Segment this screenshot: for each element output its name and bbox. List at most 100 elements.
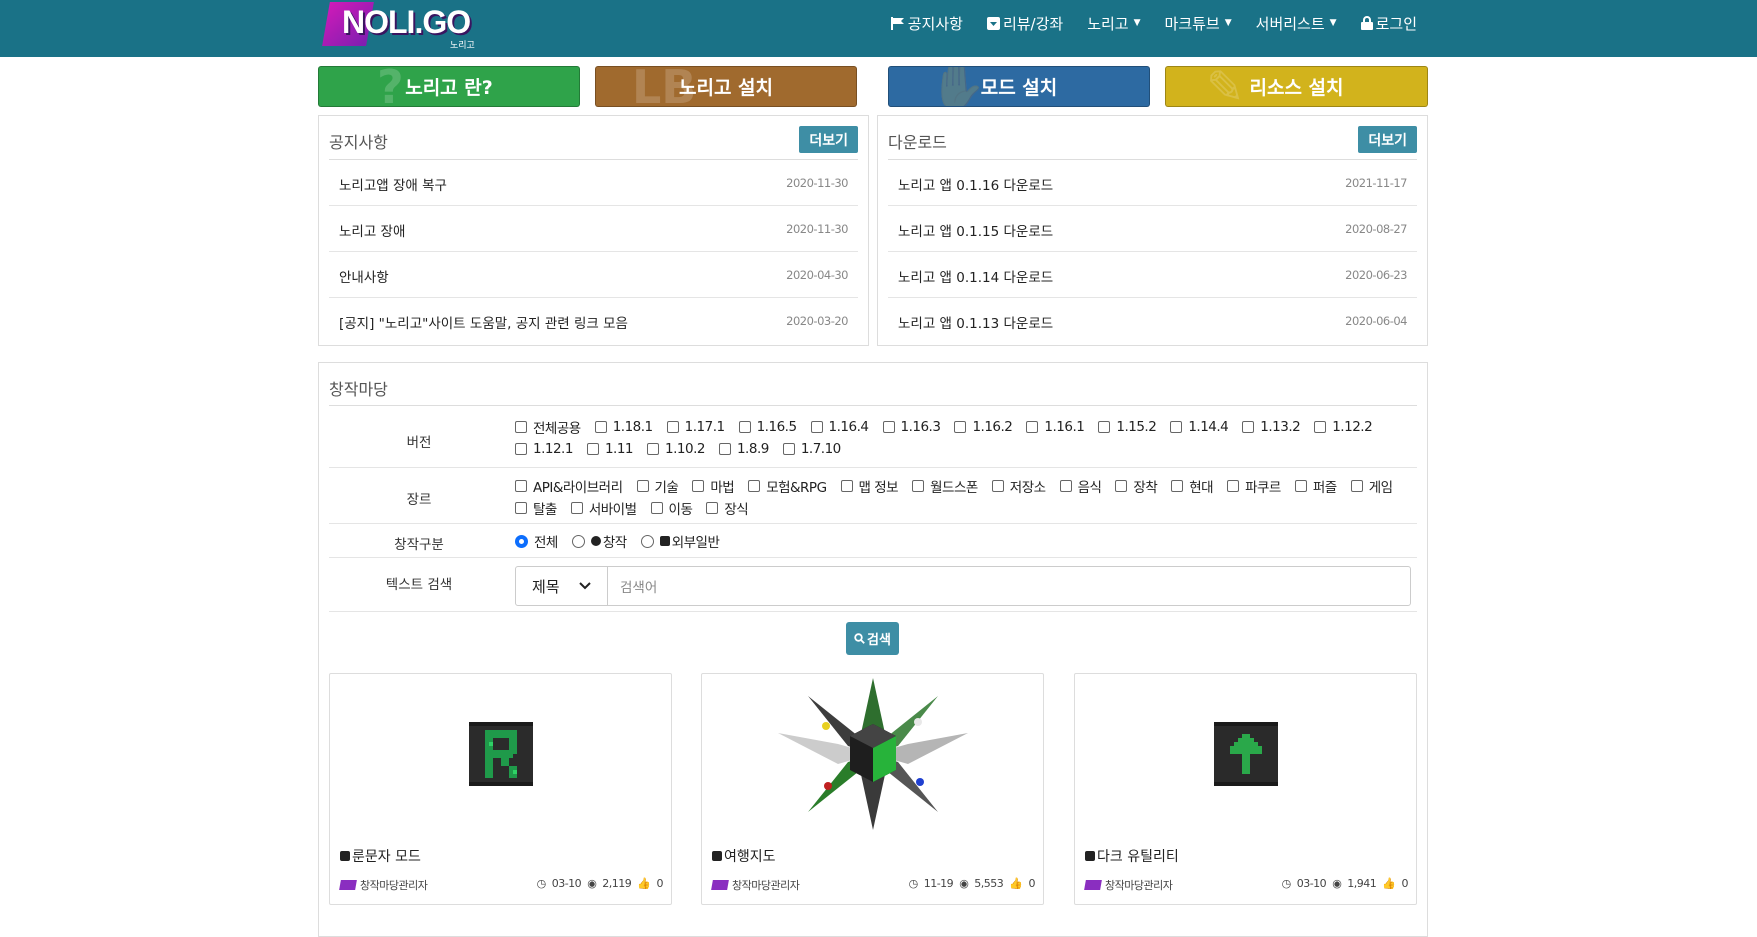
notice-row-title[interactable]: 노리고 장애 (339, 220, 405, 240)
version-checkbox[interactable]: 1.12.2 (1314, 419, 1373, 435)
checkbox-box[interactable] (586, 443, 599, 455)
checkbox-box[interactable] (706, 502, 719, 514)
checkbox-box[interactable] (1171, 480, 1184, 492)
checkbox-box[interactable] (1314, 421, 1327, 433)
checkbox-box[interactable] (1026, 421, 1039, 433)
version-checkbox[interactable]: 1.16.2 (954, 419, 1013, 435)
card-author[interactable]: 창작마당관리자 (339, 877, 428, 893)
type-radio-external[interactable]: 외부일반 (640, 533, 720, 551)
card-thumbnail[interactable] (330, 674, 671, 834)
genre-checkbox[interactable]: 게임 (1350, 478, 1393, 496)
search-input[interactable]: 검색어 (608, 567, 1410, 605)
checkbox-box[interactable] (912, 480, 925, 492)
checkbox-box[interactable] (1059, 480, 1072, 492)
genre-checkbox[interactable]: API&라이브러리 (515, 478, 623, 496)
mod-install-button[interactable]: ✋ 모드 설치 (888, 66, 1150, 107)
genre-checkbox[interactable]: 장식 (706, 500, 749, 518)
checkbox-box[interactable] (636, 480, 649, 492)
download-more-button[interactable]: 더보기 (1358, 126, 1417, 153)
version-checkbox[interactable]: 1.16.5 (738, 419, 797, 435)
card-thumbnail[interactable] (702, 674, 1043, 834)
checkbox-box[interactable] (1170, 421, 1183, 433)
checkbox-box[interactable] (692, 480, 705, 492)
genre-checkbox[interactable]: 파쿠르 (1227, 478, 1281, 496)
genre-checkbox[interactable]: 마법 (692, 478, 735, 496)
nav-noligo[interactable]: 노리고 ▼ (1087, 13, 1140, 34)
download-row[interactable]: 노리고 앱 0.1.16 다운로드 2021-11-17 (888, 160, 1417, 206)
checkbox-box[interactable] (570, 502, 583, 514)
card-title[interactable]: 룬문자 모드 (340, 846, 421, 866)
search-field-select[interactable]: 제목 (516, 567, 608, 605)
checkbox-box[interactable] (515, 480, 527, 492)
version-checkbox[interactable]: 1.11 (586, 441, 634, 457)
genre-checkbox[interactable]: 서바이벌 (570, 500, 637, 518)
creation-card[interactable]: 다크 유틸리티 창작마당관리자 ◷ 03-10 ◉ 1,941 👍 0 (1074, 673, 1417, 905)
about-button[interactable]: ? 노리고 란? (318, 66, 580, 107)
card-title[interactable]: 다크 유틸리티 (1085, 846, 1179, 866)
nav-login[interactable]: 로그인 (1360, 13, 1417, 34)
checkbox-box[interactable] (647, 443, 660, 455)
type-radio-all[interactable]: 전체 (515, 533, 558, 551)
card-author[interactable]: 창작마당관리자 (711, 877, 800, 893)
radio-button[interactable] (640, 534, 654, 548)
download-row[interactable]: 노리고 앱 0.1.15 다운로드 2020-08-27 (888, 206, 1417, 252)
version-checkbox[interactable]: 1.7.10 (782, 441, 841, 457)
checkbox-box[interactable] (666, 421, 679, 433)
download-row[interactable]: 노리고 앱 0.1.13 다운로드 2020-06-04 (888, 298, 1417, 344)
version-checkbox[interactable]: 전체공용 (515, 419, 581, 437)
notice-row[interactable]: 노리고 장애 2020-11-30 (329, 206, 858, 252)
genre-checkbox[interactable]: 탈출 (515, 500, 557, 518)
checkbox-box[interactable] (954, 421, 967, 433)
nav-review[interactable]: 리뷰/강좌 (986, 13, 1063, 34)
card-thumbnail[interactable] (1075, 674, 1416, 834)
checkbox-box[interactable] (782, 443, 795, 455)
card-title[interactable]: 여행지도 (712, 846, 776, 866)
nav-notice[interactable]: 공지사항 (890, 13, 963, 34)
download-row[interactable]: 노리고 앱 0.1.14 다운로드 2020-06-23 (888, 252, 1417, 298)
checkbox-box[interactable] (718, 443, 731, 455)
checkbox-box[interactable] (1115, 480, 1128, 492)
version-checkbox[interactable]: 1.16.1 (1026, 419, 1085, 435)
notice-row-title[interactable]: 안내사항 (339, 266, 389, 286)
creation-card[interactable]: 룬문자 모드 창작마당관리자 ◷ 03-10 ◉ 2,119 👍 0 (329, 673, 672, 905)
download-row-title[interactable]: 노리고 앱 0.1.15 다운로드 (898, 220, 1053, 240)
notice-row[interactable]: [공지] "노리고"사이트 도움말, 공지 관련 링크 모음 2020-03-2… (329, 298, 858, 344)
notice-row[interactable]: 노리고앱 장애 복구 2020-11-30 (329, 160, 858, 206)
search-button[interactable]: 검색 (846, 622, 899, 655)
checkbox-box[interactable] (840, 480, 853, 492)
download-row-title[interactable]: 노리고 앱 0.1.16 다운로드 (898, 174, 1053, 194)
genre-checkbox[interactable]: 월드스폰 (912, 478, 978, 496)
version-checkbox[interactable]: 1.16.4 (810, 419, 869, 435)
type-radio-creation[interactable]: 창작 (571, 533, 627, 551)
nav-marktube[interactable]: 마크튜브 ▼ (1165, 13, 1232, 34)
genre-checkbox[interactable]: 음식 (1059, 478, 1102, 496)
version-checkbox[interactable]: 1.14.4 (1170, 419, 1229, 435)
genre-checkbox[interactable]: 맵 정보 (840, 478, 899, 496)
creation-card[interactable]: 여행지도 창작마당관리자 ◷ 11-19 ◉ 5,553 👍 0 (701, 673, 1044, 905)
genre-checkbox[interactable]: 모험&RPG (748, 478, 827, 496)
radio-button[interactable] (571, 534, 585, 548)
checkbox-box[interactable] (650, 502, 663, 514)
checkbox-box[interactable] (515, 443, 527, 455)
site-logo[interactable]: NOLI.GO 노리고 (322, 2, 486, 51)
download-row-title[interactable]: 노리고 앱 0.1.14 다운로드 (898, 266, 1053, 286)
genre-checkbox[interactable]: 저장소 (991, 478, 1046, 496)
version-checkbox[interactable]: 1.12.1 (515, 441, 573, 457)
notice-more-button[interactable]: 더보기 (799, 126, 858, 153)
genre-checkbox[interactable]: 이동 (650, 500, 693, 518)
version-checkbox[interactable]: 1.10.2 (647, 441, 705, 457)
checkbox-box[interactable] (991, 480, 1004, 492)
card-author[interactable]: 창작마당관리자 (1084, 877, 1173, 893)
checkbox-box[interactable] (515, 502, 527, 514)
genre-checkbox[interactable]: 장착 (1115, 478, 1158, 496)
radio-button[interactable] (515, 534, 528, 548)
version-checkbox[interactable]: 1.15.2 (1098, 419, 1157, 435)
notice-row-title[interactable]: [공지] "노리고"사이트 도움말, 공지 관련 링크 모음 (339, 312, 628, 332)
version-checkbox[interactable]: 1.13.2 (1242, 419, 1301, 435)
version-checkbox[interactable]: 1.16.3 (882, 419, 941, 435)
notice-row[interactable]: 안내사항 2020-04-30 (329, 252, 858, 298)
genre-checkbox[interactable]: 현대 (1171, 478, 1214, 496)
install-button[interactable]: LB 노리고 설치 (595, 66, 857, 107)
version-checkbox[interactable]: 1.18.1 (594, 419, 653, 435)
genre-checkbox[interactable]: 기술 (636, 478, 679, 496)
